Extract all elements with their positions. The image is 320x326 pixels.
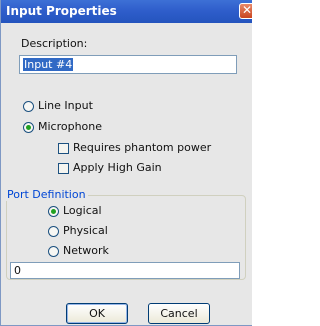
port-value: 0 (14, 264, 21, 277)
close-button[interactable]: ✕ (239, 3, 252, 19)
logical-label[interactable]: Logical (63, 204, 102, 217)
line-input-label[interactable]: Line Input (38, 99, 93, 112)
ok-button[interactable]: OK (66, 303, 128, 324)
dialog-title: Input Properties (6, 4, 117, 18)
close-icon: ✕ (241, 3, 252, 17)
description-value: Input #4 (23, 58, 74, 71)
phantom-power-label[interactable]: Requires phantom power (73, 141, 211, 154)
description-field[interactable]: Input #4 (19, 55, 237, 74)
high-gain-label[interactable]: Apply High Gain (73, 161, 162, 174)
high-gain-checkbox[interactable] (58, 163, 69, 174)
input-properties-dialog: Input Properties ✕ Description: Input #4… (0, 0, 252, 326)
microphone-label[interactable]: Microphone (38, 120, 102, 133)
port-value-field[interactable]: 0 (10, 262, 240, 279)
line-input-radio[interactable] (23, 101, 34, 112)
phantom-power-checkbox[interactable] (58, 143, 69, 154)
physical-radio[interactable] (48, 226, 59, 237)
cancel-button[interactable]: Cancel (148, 303, 210, 324)
microphone-radio[interactable] (23, 122, 34, 133)
physical-label[interactable]: Physical (63, 224, 108, 237)
network-radio[interactable] (48, 246, 59, 257)
description-label: Description: (21, 37, 88, 50)
network-label[interactable]: Network (63, 244, 109, 257)
title-bar[interactable]: Input Properties ✕ (1, 0, 252, 23)
logical-radio[interactable] (48, 206, 59, 217)
port-definition-title: Port Definition (5, 188, 88, 201)
